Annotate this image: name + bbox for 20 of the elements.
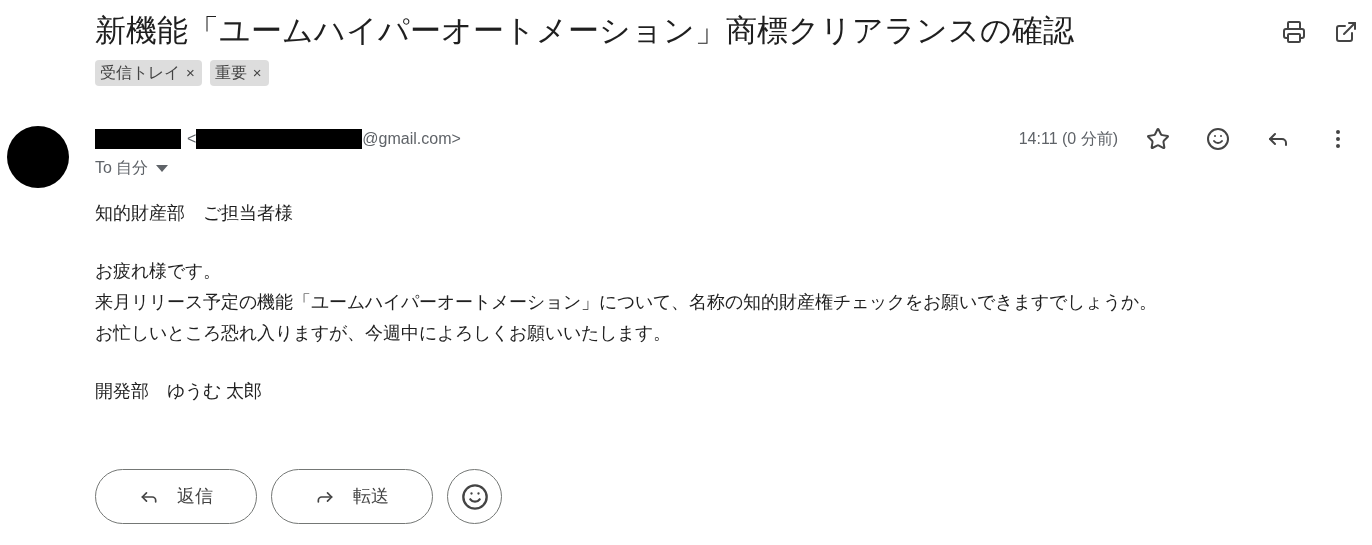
recipient-dropdown[interactable]: To 自分 bbox=[95, 156, 169, 180]
remove-label-button[interactable]: × bbox=[250, 61, 264, 85]
smiley-icon bbox=[460, 482, 489, 511]
label-text: 重要 bbox=[214, 63, 247, 83]
caret-icon bbox=[156, 164, 169, 172]
email-bracket: < bbox=[187, 129, 197, 149]
email-subject: 新機能「ユームハイパーオートメーション」商標クリアランスの確認 bbox=[95, 12, 1075, 50]
body-text: 開発部 ゆうむ 太郎 bbox=[95, 380, 263, 403]
remove-label-button[interactable]: × bbox=[184, 61, 197, 85]
body-text: お忙しいところ恐れ入りますが、今週中によろしくお願いいたします。 bbox=[95, 322, 672, 345]
print-icon[interactable] bbox=[1282, 20, 1306, 44]
timestamp: 14:11 (0 分前) bbox=[1018, 129, 1118, 149]
body-text: お疲れ様です。 bbox=[95, 260, 222, 283]
sender-email: @gmail.com> bbox=[362, 129, 461, 149]
smiley-icon[interactable] bbox=[1206, 127, 1230, 151]
star-icon[interactable] bbox=[1146, 127, 1170, 151]
body-text: 来月リリース予定の機能「ユームハイパーオートメーション」について、名称の知的財産権チェックをお願いできますでしょうか。 bbox=[95, 291, 1158, 314]
label-text: 受信トレイ bbox=[100, 63, 180, 83]
open-in-new-window-icon[interactable] bbox=[1334, 20, 1358, 44]
body-text: 知的財産部 ご担当者様 bbox=[95, 202, 294, 225]
